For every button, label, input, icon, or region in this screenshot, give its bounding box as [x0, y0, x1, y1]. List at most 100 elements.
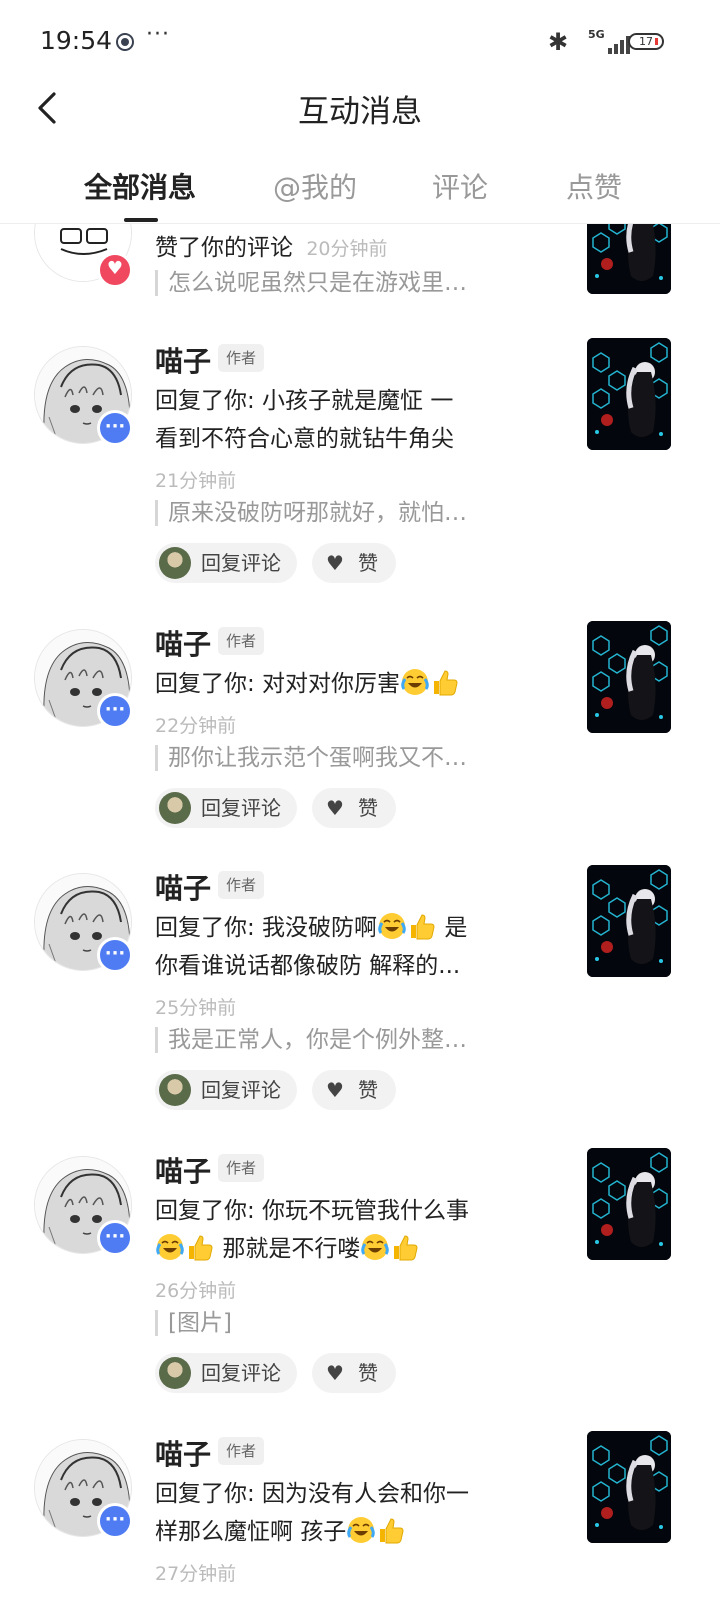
quoted-comment: 怎么说呢虽然只是在游戏里…	[155, 270, 503, 296]
like-button-label: 赞	[358, 1078, 378, 1102]
battery-icon: 17	[628, 33, 664, 50]
author-tag: 作者	[218, 871, 265, 899]
bluetooth-icon: ✱	[548, 28, 569, 56]
post-thumbnail[interactable]	[587, 621, 671, 733]
heart-icon: ♥	[326, 1078, 344, 1102]
heart-icon: ♥	[326, 1361, 344, 1385]
my-avatar-mini	[159, 1074, 191, 1106]
chat-bubble-icon: ···	[97, 1220, 133, 1256]
chat-bubble-icon: ···	[97, 693, 133, 729]
thumbs-up-emoji	[185, 1232, 215, 1262]
reply-button-label: 回复评论	[201, 1078, 281, 1102]
post-thumbnail[interactable]	[587, 865, 671, 977]
header: 互动消息	[0, 70, 720, 146]
crying-laughing-emoji	[155, 1232, 185, 1262]
message-list[interactable]: ♥ 赞了你的评论 20分钟前 怎么说呢虽然只是在游戏里… ··· 喵子 作者 回…	[0, 224, 720, 1602]
reply-line: 回复了你: 你玩不玩管我什么事	[155, 1198, 470, 1224]
heart-icon: ♥	[326, 796, 344, 820]
reply-line: 看到不符合心意的就钻牛角尖	[155, 426, 454, 452]
quoted-comment: 原来没破防呀那就好，就怕…	[155, 500, 503, 526]
reply-line: 那就是不行喽	[222, 1236, 361, 1262]
crying-laughing-emoji	[377, 911, 407, 941]
chat-bubble-icon: ···	[97, 410, 133, 446]
thumbs-up-emoji	[390, 1232, 420, 1262]
list-item[interactable]: ··· 喵子 作者 回复了你: 你玩不玩管我什么事 那就是不行喽 26分钟前 […	[0, 1146, 720, 1406]
reply-line: 回复了你: 对对对你厉害	[155, 671, 401, 697]
post-thumbnail[interactable]	[587, 1148, 671, 1260]
list-item[interactable]: ··· 喵子 作者 回复了你: 小孩子就是魔怔 一 看到不符合心意的就钻牛角尖 …	[0, 336, 720, 596]
status-time: 19:54	[40, 26, 113, 55]
message-time: 27分钟前	[155, 1563, 237, 1585]
message-time: 20分钟前	[306, 238, 388, 260]
author-tag: 作者	[218, 344, 265, 372]
reply-line: 回复了你: 因为没有人会和你一	[155, 1481, 470, 1507]
reply-comment-button[interactable]: 回复评论	[155, 543, 297, 583]
tab-bar: 全部消息 @我的 评论 点赞	[0, 150, 720, 224]
like-button[interactable]: ♥ 赞	[312, 543, 396, 583]
reply-line: 是	[444, 915, 468, 941]
crying-laughing-emoji	[346, 1515, 376, 1545]
like-button[interactable]: ♥ 赞	[312, 1070, 396, 1110]
reply-button-label: 回复评论	[201, 796, 281, 820]
chat-bubble-icon: ···	[97, 937, 133, 973]
action-label: 赞了你的评论	[155, 235, 293, 261]
quoted-comment: 我是正常人，你是个例外整…	[155, 1027, 503, 1053]
reply-button-label: 回复评论	[201, 1361, 281, 1385]
user-name[interactable]: 喵子	[155, 1433, 211, 1473]
post-thumbnail[interactable]	[587, 338, 671, 450]
like-button-label: 赞	[358, 796, 378, 820]
reply-content: 回复了你: 对对对你厉害	[155, 665, 500, 703]
author-tag: 作者	[218, 627, 265, 655]
list-item[interactable]: ··· 喵子 作者 回复了你: 对对对你厉害 22分钟前 那你让我示范个蛋啊我又…	[0, 619, 720, 849]
reply-comment-button[interactable]: 回复评论	[155, 1353, 297, 1393]
author-tag: 作者	[218, 1437, 265, 1465]
reply-comment-button[interactable]: 回复评论	[155, 788, 297, 828]
thumbs-up-emoji	[430, 667, 460, 697]
list-item[interactable]: ··· 喵子 作者 回复了你: 因为没有人会和你一 样那么魔怔啊 孩子 27分钟…	[0, 1429, 720, 1602]
list-item[interactable]: ♥ 赞了你的评论 20分钟前 怎么说呢虽然只是在游戏里…	[0, 224, 720, 322]
battery-level: 17	[639, 35, 653, 48]
list-item[interactable]: ··· 喵子 作者 回复了你: 我没破防啊 是 你看谁说话都像破防 解释的...…	[0, 863, 720, 1123]
post-thumbnail[interactable]	[587, 224, 671, 294]
message-time: 25分钟前	[155, 997, 237, 1019]
reply-content: 回复了你: 你玩不玩管我什么事 那就是不行喽	[155, 1192, 500, 1268]
post-thumbnail[interactable]	[587, 1431, 671, 1543]
heart-icon: ♥	[97, 252, 133, 288]
tab-comments[interactable]: 评论	[432, 166, 488, 206]
author-tag: 作者	[218, 1154, 265, 1182]
crying-laughing-emoji	[360, 1232, 390, 1262]
app-notification-icon	[116, 33, 134, 51]
thumbs-up-emoji	[376, 1515, 406, 1545]
message-time: 26分钟前	[155, 1280, 237, 1302]
message-time: 21分钟前	[155, 470, 237, 492]
quoted-comment: [图片]	[155, 1310, 503, 1336]
reply-comment-button[interactable]: 回复评论	[155, 1070, 297, 1110]
crying-laughing-emoji	[400, 667, 430, 697]
reply-button-label: 回复评论	[201, 551, 281, 575]
tab-mentions[interactable]: @我的	[273, 166, 357, 206]
thumbs-up-emoji	[407, 911, 437, 941]
tab-all-messages[interactable]: 全部消息	[84, 166, 196, 206]
my-avatar-mini	[159, 1357, 191, 1389]
user-name[interactable]: 喵子	[155, 867, 211, 907]
reply-line: 回复了你: 我没破防啊	[155, 915, 378, 941]
reply-line: 样那么魔怔啊 孩子	[155, 1519, 347, 1545]
user-name[interactable]: 喵子	[155, 623, 211, 663]
reply-line: 回复了你: 小孩子就是魔怔 一	[155, 388, 454, 414]
like-action-text: 赞了你的评论 20分钟前	[155, 228, 388, 262]
user-name[interactable]: 喵子	[155, 1150, 211, 1190]
reply-content: 回复了你: 小孩子就是魔怔 一 看到不符合心意的就钻牛角尖	[155, 382, 500, 458]
message-time: 22分钟前	[155, 715, 237, 737]
heart-icon: ♥	[326, 551, 344, 575]
like-button-label: 赞	[358, 1361, 378, 1385]
reply-line: 你看谁说话都像破防 解释的...	[155, 953, 461, 979]
tab-likes[interactable]: 点赞	[566, 166, 622, 206]
user-name[interactable]: 喵子	[155, 340, 211, 380]
chat-bubble-icon: ···	[97, 1503, 133, 1539]
page-title: 互动消息	[298, 94, 422, 130]
more-notifications-icon: ···	[146, 22, 170, 47]
like-button[interactable]: ♥ 赞	[312, 1353, 396, 1393]
network-type: 5G	[588, 28, 605, 41]
my-avatar-mini	[159, 792, 191, 824]
like-button[interactable]: ♥ 赞	[312, 788, 396, 828]
